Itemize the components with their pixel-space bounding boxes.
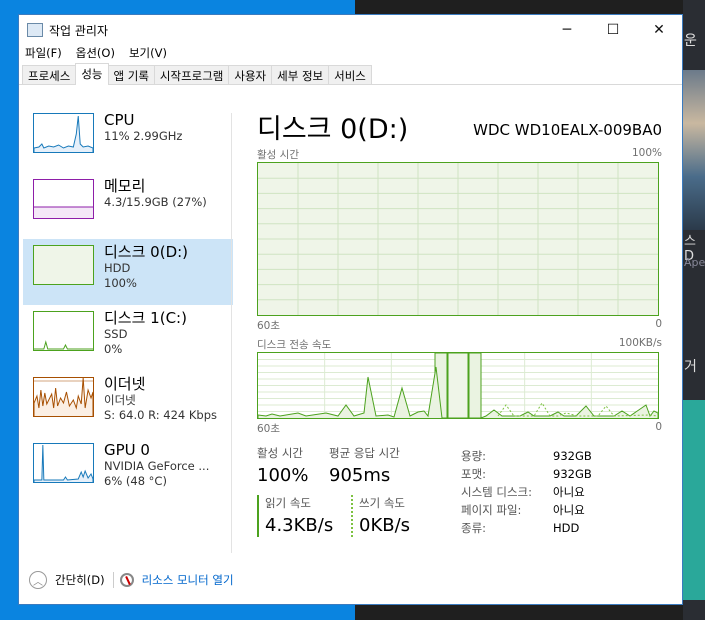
graph-time-right: 0 — [655, 421, 662, 433]
prop-key: 포맷: — [461, 467, 487, 481]
detail-panel: 디스크 0(D:) WDC WD10EALX-009BA0 활성 시간 100%… — [257, 107, 662, 557]
graph-time-left: 60초 — [257, 423, 281, 435]
background-banner — [683, 400, 705, 600]
background-text: Apex — [684, 256, 705, 269]
sidebar-sub: HDD — [104, 261, 131, 275]
title-bar[interactable]: 작업 관리자 ─ ☐ ✕ — [19, 15, 682, 45]
sidebar-name: 디스크 0(D:) — [104, 243, 189, 261]
sidebar-item-memory[interactable]: 메모리 4.3/15.9GB (27%) — [23, 173, 233, 239]
disk1-thumbnail-graph — [33, 311, 94, 351]
sidebar-sub: 100% — [104, 276, 137, 290]
graph-time-left: 60초 — [257, 320, 281, 332]
sidebar-sub: 0% — [104, 342, 123, 356]
write-speed-stat: 쓰기 속도 0KB/s — [351, 495, 410, 537]
menu-options[interactable]: 옵션(O) — [76, 45, 115, 65]
tab-services[interactable]: 서비스 — [328, 65, 372, 84]
menu-file[interactable]: 파일(F) — [25, 45, 62, 65]
stat-label: 쓰기 속도 — [359, 496, 405, 510]
transfer-graph-max: 100KB/s — [618, 337, 662, 349]
footer: ︿ 간단히(D) 리소스 모니터 열기 — [29, 571, 234, 589]
background-image — [683, 70, 705, 230]
stat-label: 읽기 속도 — [265, 496, 311, 510]
tab-app-history[interactable]: 앱 기록 — [107, 65, 155, 84]
sidebar-sub: 4.3/15.9GB (27%) — [104, 195, 207, 209]
stat-value: 4.3KB/s — [265, 515, 334, 536]
chevron-up-icon[interactable]: ︿ — [29, 571, 47, 589]
tab-performance[interactable]: 성능 — [75, 63, 109, 85]
fewer-details-button[interactable]: 간단히(D) — [55, 572, 105, 588]
sidebar: CPU 11% 2.99GHz 메모리 4.3/15.9GB (27%) 디스크… — [23, 107, 233, 503]
stat-value: 905ms — [329, 465, 391, 486]
sidebar-sub: SSD — [104, 327, 128, 341]
ethernet-thumbnail-graph — [33, 377, 94, 417]
graph-time-right: 0 — [655, 318, 662, 330]
sidebar-name: GPU 0 — [104, 441, 150, 459]
stat-label: 평균 응답 시간 — [329, 446, 400, 460]
transfer-rate-graph — [257, 352, 659, 419]
sidebar-sub: S: 64.0 R: 424 Kbps — [104, 408, 217, 422]
open-resource-monitor-link[interactable]: 리소스 모니터 열기 — [142, 572, 234, 588]
sidebar-item-ethernet[interactable]: 이더넷 이더넷 S: 64.0 R: 424 Kbps — [23, 371, 233, 437]
stat-label: 활성 시간 — [257, 446, 303, 460]
sidebar-name: 메모리 — [104, 177, 146, 195]
window-title: 작업 관리자 — [49, 23, 109, 38]
task-manager-icon — [27, 23, 43, 37]
active-time-graph — [257, 162, 659, 316]
response-time-stat: 평균 응답 시간 905ms — [329, 445, 400, 486]
menu-bar: 파일(F) 옵션(O) 보기(V) — [19, 45, 682, 65]
tab-details[interactable]: 세부 정보 — [271, 65, 330, 84]
sidebar-name: CPU — [104, 111, 135, 129]
prop-value: 아니요 — [553, 485, 585, 499]
active-time-stat: 활성 시간 100% — [257, 445, 308, 486]
prop-key: 시스템 디스크: — [461, 485, 533, 499]
active-time-graph-label: 활성 시간 — [257, 149, 299, 161]
sidebar-item-disk1[interactable]: 디스크 1(C:) SSD 0% — [23, 305, 233, 371]
disk-property-values: 932GB 932GB 아니요 아니요 HDD — [553, 447, 592, 537]
sidebar-item-disk0[interactable]: 디스크 0(D:) HDD 100% — [23, 239, 233, 305]
read-speed-stat: 읽기 속도 4.3KB/s — [257, 495, 333, 537]
sidebar-item-gpu[interactable]: GPU 0 NVIDIA GeForce ... 6% (48 °C) — [23, 437, 233, 503]
sidebar-name: 디스크 1(C:) — [104, 309, 187, 327]
sidebar-sub: 6% (48 °C) — [104, 474, 167, 488]
memory-thumbnail-graph — [33, 179, 94, 219]
menu-view[interactable]: 보기(V) — [129, 45, 167, 65]
tab-processes[interactable]: 프로세스 — [22, 65, 77, 84]
background-text: 거 — [684, 359, 697, 375]
prop-value: 아니요 — [553, 503, 585, 517]
gpu-thumbnail-graph — [33, 443, 94, 483]
active-time-grid — [258, 163, 658, 315]
sidebar-sub: NVIDIA GeForce ... — [104, 459, 210, 473]
divider — [231, 113, 232, 553]
sidebar-name: 이더넷 — [104, 375, 146, 393]
page-title: 디스크 0(D:) — [257, 114, 409, 145]
sidebar-sub: 이더넷 — [104, 393, 136, 407]
tab-bar: 프로세스 성능 앱 기록 시작프로그램 사용자 세부 정보 서비스 — [19, 63, 682, 85]
disk0-thumbnail-graph — [33, 245, 94, 285]
minimize-button[interactable]: ─ — [544, 15, 590, 45]
disk-properties: 용량: 포맷: 시스템 디스크: 페이지 파일: 종류: — [461, 447, 532, 537]
background-text: 운 — [684, 33, 697, 49]
close-button[interactable]: ✕ — [636, 15, 682, 45]
active-time-graph-max: 100% — [631, 147, 662, 159]
prop-value: 932GB — [553, 467, 592, 481]
prop-key: 페이지 파일: — [461, 503, 522, 517]
prop-key: 종류: — [461, 521, 487, 535]
transfer-graph-label: 디스크 전송 속도 — [257, 339, 332, 351]
task-manager-window: 작업 관리자 ─ ☐ ✕ 파일(F) 옵션(O) 보기(V) 프로세스 성능 앱… — [18, 14, 683, 605]
prop-key: 용량: — [461, 449, 487, 463]
cpu-thumbnail-graph — [33, 113, 94, 153]
tab-users[interactable]: 사용자 — [228, 65, 273, 84]
disk-model: WDC WD10EALX-009BA0 — [473, 121, 662, 139]
stat-value: 0KB/s — [359, 515, 411, 536]
sidebar-item-cpu[interactable]: CPU 11% 2.99GHz — [23, 107, 233, 173]
prop-value: 932GB — [553, 449, 592, 463]
separator — [112, 572, 114, 588]
prop-value: HDD — [553, 521, 580, 535]
resource-monitor-icon — [119, 573, 134, 587]
tab-startup[interactable]: 시작프로그램 — [153, 65, 230, 84]
sidebar-sub: 11% 2.99GHz — [104, 129, 183, 143]
maximize-button[interactable]: ☐ — [590, 15, 636, 45]
stat-value: 100% — [257, 465, 309, 486]
